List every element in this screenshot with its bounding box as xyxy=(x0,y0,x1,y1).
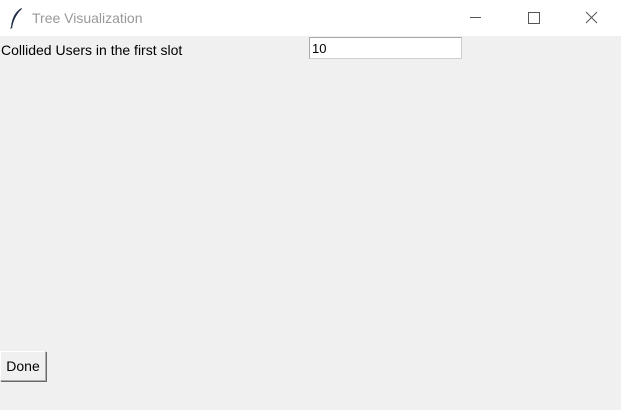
maximize-button[interactable] xyxy=(505,0,563,36)
title-bar[interactable]: Tree Visualization xyxy=(0,0,621,36)
minimize-icon xyxy=(470,17,481,18)
close-icon xyxy=(585,11,598,24)
collided-users-input[interactable] xyxy=(309,37,462,59)
content-area: Collided Users in the first slot Done xyxy=(0,36,621,410)
close-button[interactable] xyxy=(563,0,621,36)
window-edge xyxy=(621,0,625,410)
minimize-button[interactable] xyxy=(447,0,505,36)
collided-users-label: Collided Users in the first slot xyxy=(1,42,183,58)
window-title: Tree Visualization xyxy=(32,10,143,26)
feather-icon xyxy=(9,7,23,29)
maximize-icon xyxy=(528,12,540,24)
done-button[interactable]: Done xyxy=(0,351,46,381)
app-window: Tree Visualization Collided Users in the… xyxy=(0,0,621,410)
